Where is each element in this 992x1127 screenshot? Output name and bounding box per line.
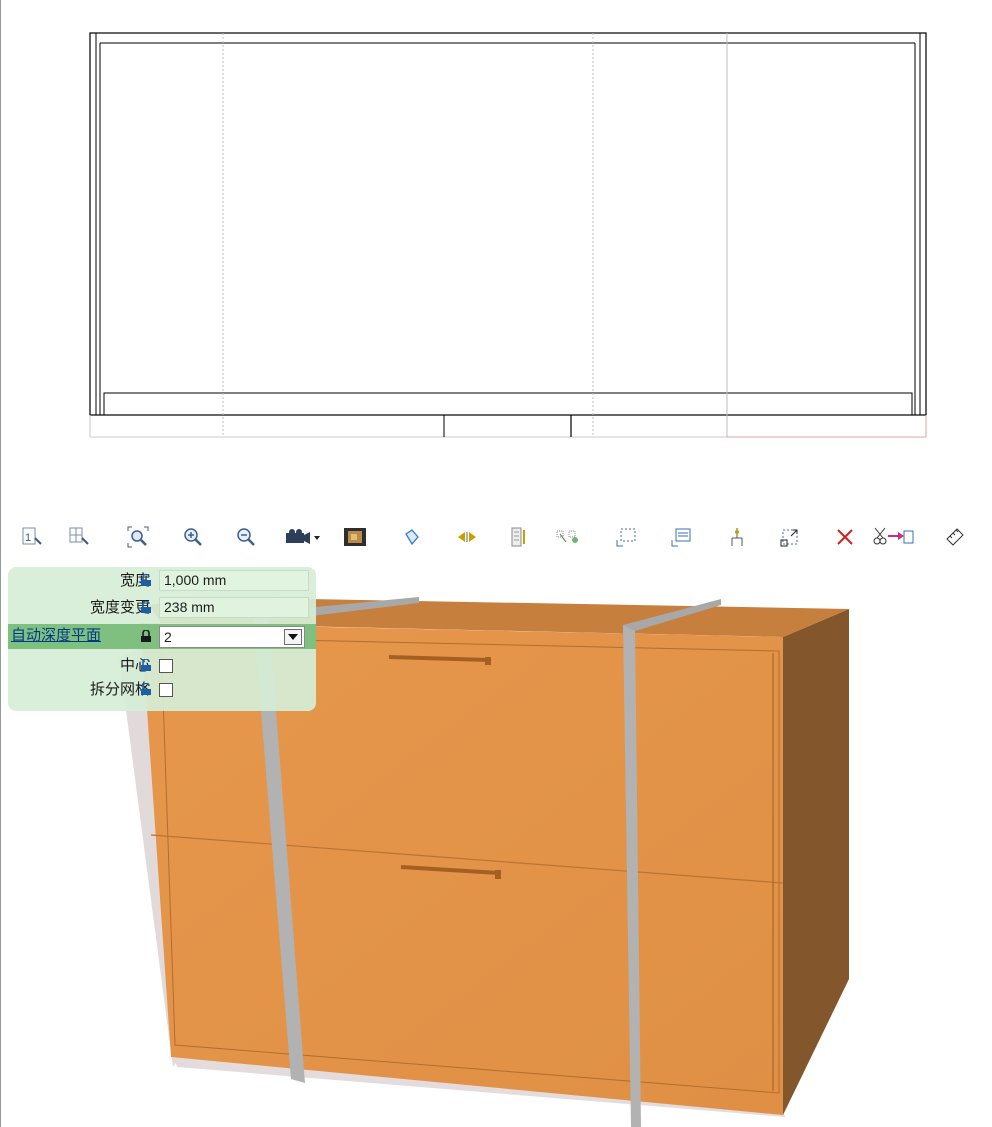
unlocked-lock-icon[interactable] — [140, 659, 152, 672]
auto-depth-plane-select[interactable]: 2 — [159, 626, 305, 648]
auto-depth-plane-label[interactable]: 自动深度平面 — [11, 626, 101, 646]
zoom-in-icon[interactable] — [179, 523, 207, 551]
cut-move-icon[interactable] — [871, 523, 917, 551]
elevation-view-pane[interactable] — [0, 0, 992, 505]
view-toolbar: 1 — [1, 505, 992, 567]
center-row: 中心 — [8, 655, 316, 677]
width-change-row: 宽度变更 238 mm — [8, 597, 316, 619]
property-panel: 宽度 1,000 mm 宽度变更 238 mm 自动深度平面 2 中心 拆分网格 — [8, 567, 316, 711]
chevron-down-icon[interactable] — [284, 629, 302, 645]
select-region-icon[interactable] — [612, 523, 640, 551]
film-render-icon[interactable] — [341, 523, 369, 551]
zoom-out-icon[interactable] — [232, 523, 260, 551]
unlocked-lock-icon[interactable] — [140, 601, 152, 614]
width-change-input[interactable]: 238 mm — [159, 597, 309, 618]
locked-lock-icon[interactable] — [140, 630, 152, 643]
rotate-object-icon[interactable] — [398, 523, 426, 551]
center-checkbox[interactable] — [159, 659, 173, 673]
unlocked-lock-icon[interactable] — [140, 574, 152, 587]
unlocked-lock-icon[interactable] — [140, 683, 152, 696]
insert-point-icon[interactable] — [723, 523, 751, 551]
split-grid-checkbox[interactable] — [159, 683, 173, 697]
select-nodes-icon[interactable] — [554, 523, 582, 551]
view-2-icon[interactable] — [65, 523, 93, 551]
width-row: 宽度 1,000 mm — [8, 570, 316, 592]
flip-arrows-icon[interactable] — [453, 523, 481, 551]
auto-depth-plane-value: 2 — [164, 629, 172, 645]
resize-box-icon[interactable] — [776, 523, 804, 551]
elevation-drawing — [89, 32, 927, 438]
list-select-icon[interactable] — [667, 523, 695, 551]
measure-ruler-icon[interactable] — [941, 523, 969, 551]
svg-text:1: 1 — [25, 532, 31, 544]
panel-layers-icon[interactable] — [504, 523, 532, 551]
split-grid-row: 拆分网格 — [8, 679, 316, 701]
zoom-extents-icon[interactable] — [124, 523, 152, 551]
width-input[interactable]: 1,000 mm — [159, 570, 309, 591]
camera-dropdown-icon[interactable] — [283, 523, 325, 551]
view-1-icon[interactable]: 1 — [18, 523, 46, 551]
delete-icon[interactable] — [831, 523, 859, 551]
auto-depth-plane-row: 自动深度平面 2 — [8, 624, 316, 649]
3d-view-pane[interactable]: 1 宽度 1,000 mm 宽度变更 238 mm 自动深度平面 2 中心 拆分… — [0, 505, 992, 1127]
